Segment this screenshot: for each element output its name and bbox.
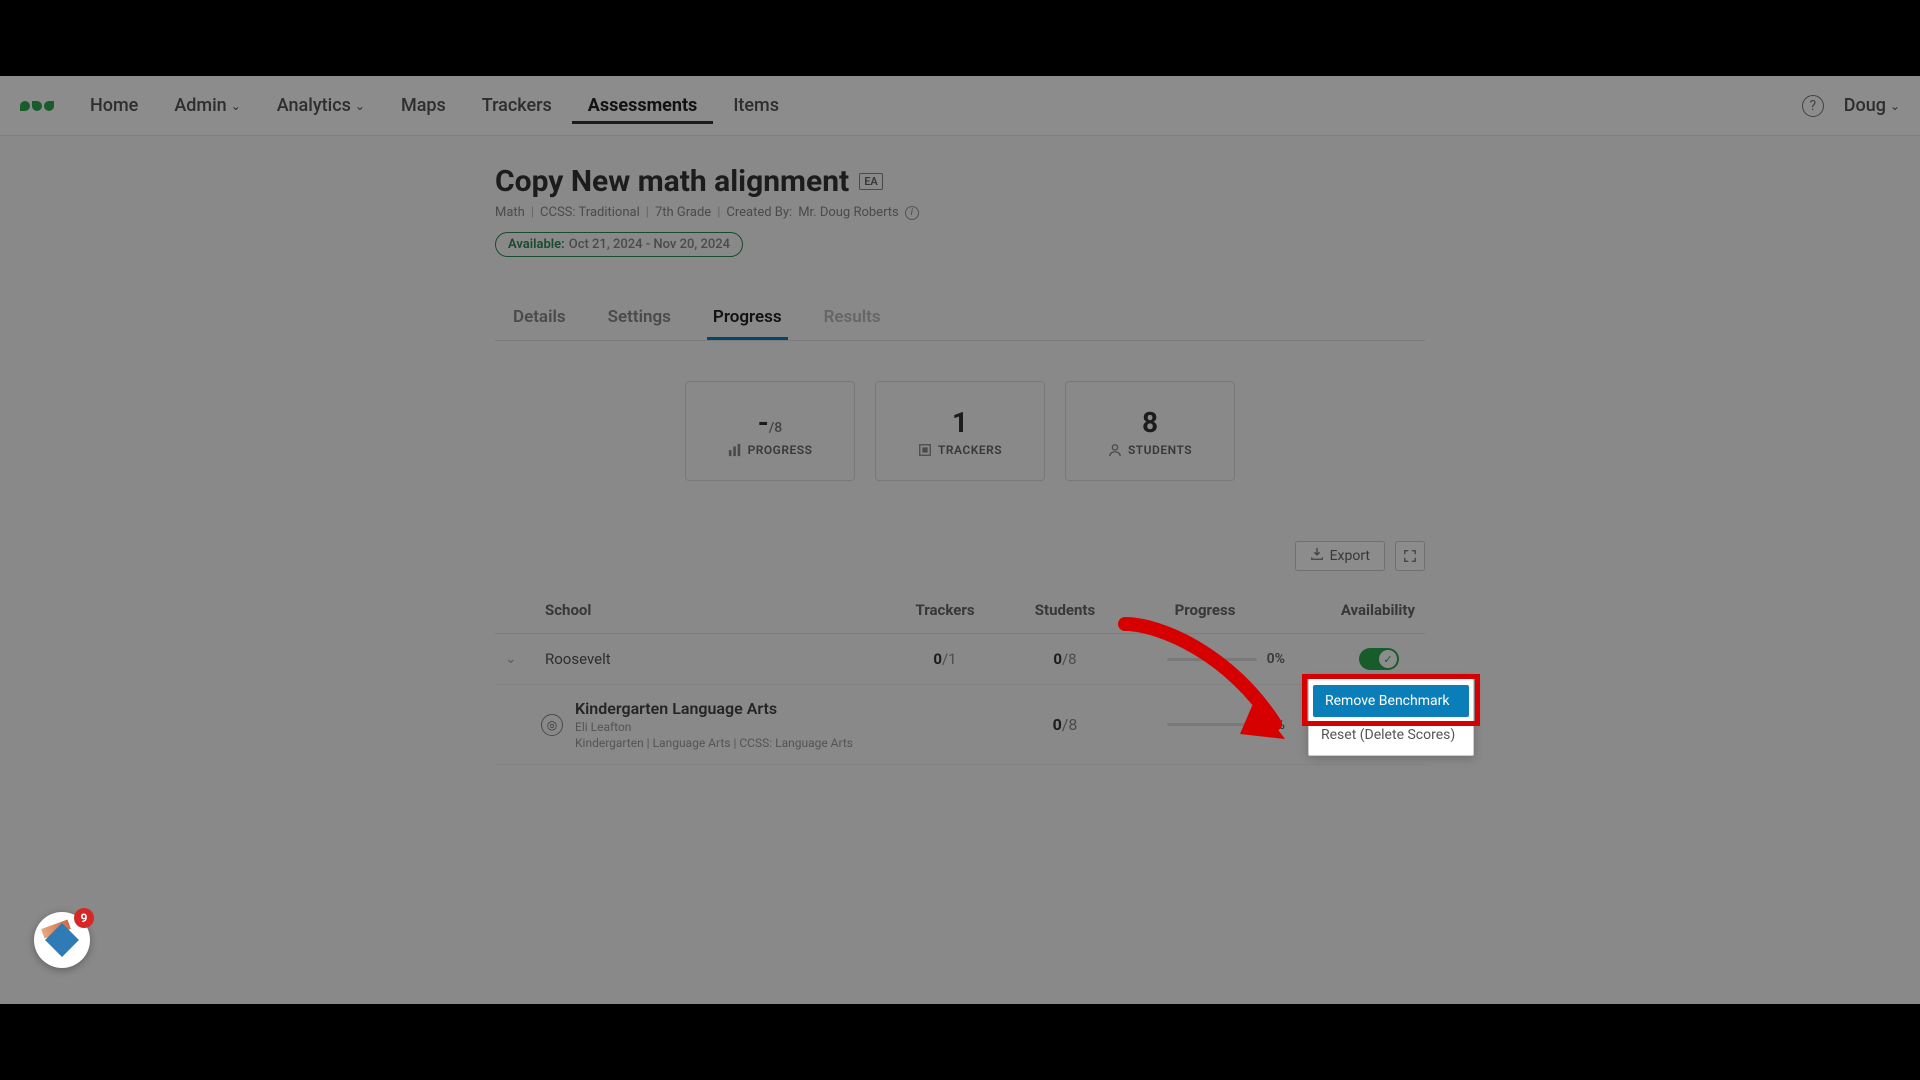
topbar: Home Admin ⌄ Analytics ⌄ Maps Trackers A… (0, 76, 1920, 136)
crumb-created-label: Created By: (726, 205, 792, 220)
stat-students-label: STUDENTS (1128, 443, 1192, 457)
remove-benchmark-item[interactable]: Remove Benchmark (1313, 685, 1469, 717)
sub-students-num: 0 (1053, 715, 1062, 734)
th-progress: Progress (1125, 601, 1285, 619)
tracker-row: ◎ Kindergarten Language Arts Eli Leafton… (495, 685, 1425, 765)
progress-bar (1167, 723, 1257, 726)
stat-students: 8 STUDENTS (1065, 381, 1235, 481)
nav-assessments[interactable]: Assessments (572, 87, 714, 124)
export-button[interactable]: Export (1295, 541, 1385, 571)
nav-admin[interactable]: Admin ⌄ (158, 87, 256, 124)
th-school: School (545, 601, 885, 619)
availability-toggle[interactable]: ✓ (1359, 648, 1399, 670)
expand-toggle[interactable]: ⌄ (505, 651, 545, 667)
help-icon[interactable]: ? (1802, 95, 1824, 117)
toolbar: Export (495, 541, 1425, 571)
page-title-text: Copy New math alignment (495, 164, 849, 199)
progress-bar (1167, 658, 1257, 661)
avail-label: Available: (508, 237, 565, 252)
row-pct: 0% (1267, 651, 1285, 667)
crumb-grade: 7th Grade (655, 205, 711, 220)
nav-analytics[interactable]: Analytics ⌄ (261, 87, 381, 124)
tab-settings[interactable]: Settings (602, 297, 677, 340)
progress-icon (728, 443, 742, 457)
tracker-icon: ◎ (541, 714, 563, 736)
info-icon[interactable]: i (905, 206, 919, 220)
nav-items[interactable]: Items (717, 87, 795, 124)
th-availability: Availability (1285, 601, 1415, 619)
crumb-created-by: Mr. Doug Roberts (798, 205, 899, 220)
notification-count: 9 (74, 908, 94, 928)
check-icon: ✓ (1379, 650, 1397, 668)
students-icon (1108, 443, 1122, 457)
nav-admin-label: Admin (174, 95, 226, 116)
ea-badge: EA (859, 173, 883, 190)
nav-home[interactable]: Home (74, 87, 154, 124)
stat-progress-label: PROGRESS (748, 443, 813, 457)
stat-trackers: 1 TRACKERS (875, 381, 1045, 481)
nav-trackers[interactable]: Trackers (466, 87, 568, 124)
chevron-down-icon: ⌄ (231, 99, 241, 113)
tracker-teacher: Eli Leafton (575, 720, 885, 734)
chevron-down-icon: ⌄ (1890, 99, 1900, 113)
chevron-down-icon: ⌄ (355, 99, 365, 113)
export-icon (1310, 547, 1324, 565)
tabs: Details Settings Progress Results (495, 297, 1425, 341)
tab-results: Results (818, 297, 887, 340)
page-title: Copy New math alignment EA (495, 164, 1425, 199)
row-actions-dropdown: Remove Benchmark Reset (Delete Scores) (1308, 678, 1474, 756)
th-students: Students (1005, 601, 1125, 619)
user-menu[interactable]: Doug ⌄ (1844, 95, 1900, 116)
stat-trackers-value: 1 (952, 406, 968, 439)
app-logo[interactable] (20, 101, 54, 111)
nav-analytics-label: Analytics (277, 95, 351, 116)
sub-students-den: /8 (1062, 715, 1078, 734)
stat-progress-value: - (758, 406, 769, 439)
trackers-icon (918, 443, 932, 457)
progress-table: School Trackers Students Progress Availa… (495, 587, 1425, 765)
reset-delete-scores-item[interactable]: Reset (Delete Scores) (1309, 719, 1473, 751)
row-trackers-num: 0 (933, 650, 942, 668)
breadcrumb: Math | CCSS: Traditional | 7th Grade | C… (495, 205, 1425, 220)
expand-icon (1403, 549, 1417, 563)
school-name: Roosevelt (545, 650, 885, 668)
tab-details[interactable]: Details (507, 297, 572, 340)
tracker-meta: Kindergarten | Language Arts | CCSS: Lan… (575, 736, 885, 750)
availability-pill: Available: Oct 21, 2024 - Nov 20, 2024 (495, 232, 743, 257)
crumb-standard: CCSS: Traditional (540, 205, 640, 220)
notification-widget[interactable]: 9 (34, 912, 90, 968)
row-trackers-den: /1 (942, 650, 957, 668)
tracker-title: Kindergarten Language Arts (575, 699, 885, 718)
stats-row: -/8 PROGRESS 1 TRACKERS (495, 381, 1425, 481)
fullscreen-button[interactable] (1395, 541, 1425, 571)
stat-progress: -/8 PROGRESS (685, 381, 855, 481)
avail-dates: Oct 21, 2024 - Nov 20, 2024 (569, 237, 730, 252)
th-trackers: Trackers (885, 601, 1005, 619)
row-students-num: 0 (1053, 650, 1062, 668)
stat-students-value: 8 (1142, 406, 1158, 439)
row-students-den: /8 (1062, 650, 1077, 668)
nav-maps[interactable]: Maps (385, 87, 462, 124)
crumb-subject: Math (495, 205, 525, 220)
sub-pct: 0% (1267, 717, 1285, 733)
stat-trackers-label: TRACKERS (938, 443, 1002, 457)
stat-progress-denom: /8 (769, 420, 782, 436)
user-name: Doug (1844, 95, 1886, 116)
tab-progress[interactable]: Progress (707, 297, 788, 340)
table-row: ⌄ Roosevelt 0/1 0/8 0% ✓ (495, 634, 1425, 685)
export-label: Export (1330, 548, 1370, 564)
